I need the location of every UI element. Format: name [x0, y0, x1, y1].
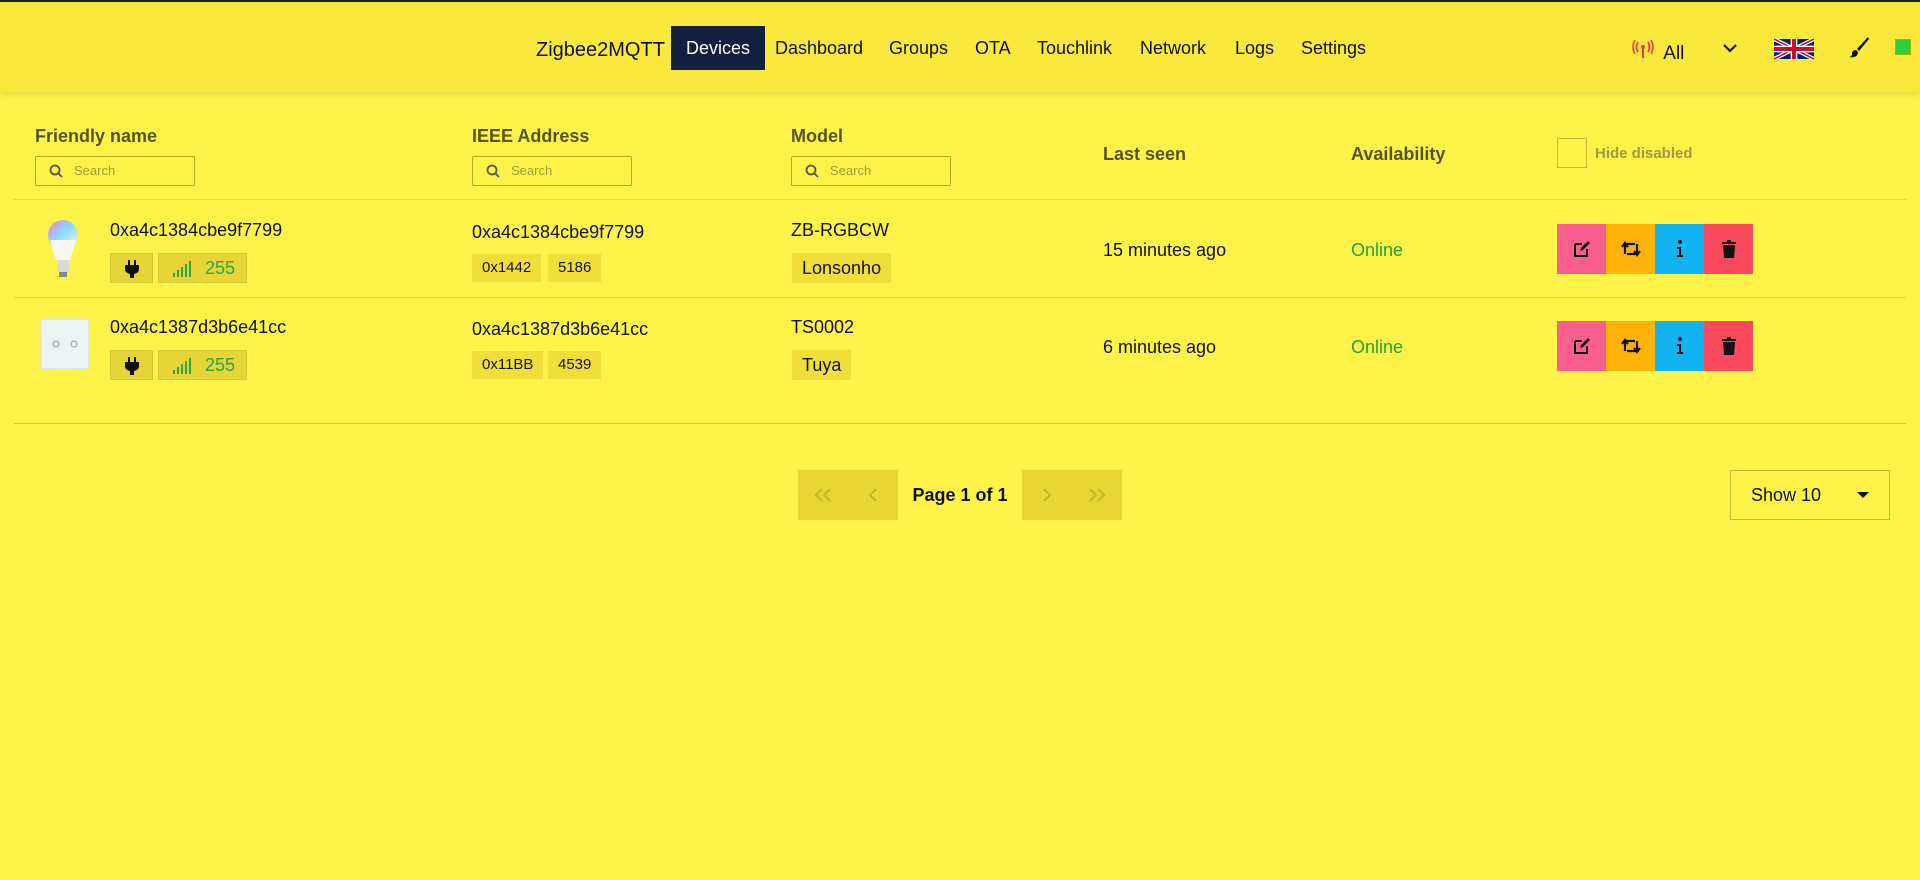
trash-icon — [1721, 240, 1736, 258]
edit-button[interactable] — [1557, 321, 1606, 371]
next-page-button[interactable] — [1022, 470, 1072, 520]
power-source-badge — [110, 350, 153, 380]
search-icon — [805, 164, 819, 178]
page-size-label: Show 10 — [1751, 485, 1822, 505]
plug-icon — [125, 260, 139, 278]
signal-icon — [173, 261, 191, 277]
last-seen: 15 minutes ago — [1103, 240, 1227, 260]
friendly-name-link[interactable]: 0xa4c1384cbe9f7799 — [110, 220, 282, 241]
chevron-left-icon — [868, 488, 877, 502]
availability-status: Online — [1351, 337, 1404, 357]
table-bottom-border — [14, 423, 1906, 424]
power-source-badge — [110, 253, 153, 283]
vendor-badge: Lonsonho — [792, 253, 892, 283]
lqi-value: 255 — [205, 355, 236, 375]
header-friendly-name[interactable]: Friendly name — [35, 126, 157, 147]
brush-icon[interactable] — [1848, 36, 1870, 58]
search-icon — [486, 164, 500, 178]
nav-dashboard[interactable]: Dashboard — [760, 26, 878, 70]
ieee-search[interactable]: Search — [472, 156, 632, 186]
friendly-name-link[interactable]: 0xa4c1387d3b6e41cc — [110, 317, 286, 338]
top-navbar: Zigbee2MQTT Devices Dashboard Groups OTA… — [0, 0, 1920, 92]
delete-button[interactable] — [1704, 321, 1753, 371]
first-page-button[interactable] — [798, 470, 848, 520]
page-size-select[interactable]: Show 10 — [1730, 470, 1890, 520]
status-indicator — [1895, 39, 1911, 55]
permit-join-label: All — [1663, 43, 1685, 64]
ieee-address: 0xa4c1387d3b6e41cc — [472, 319, 649, 339]
network-address-hex: 0x1442 — [472, 254, 542, 282]
wall-switch-image — [40, 318, 90, 370]
lqi-value: 255 — [205, 258, 236, 278]
nav-logs[interactable]: Logs — [1220, 26, 1289, 70]
search-placeholder: Search — [830, 163, 872, 178]
info-icon — [1676, 337, 1683, 354]
network-address-dec: 4539 — [548, 351, 602, 379]
header-availability[interactable]: Availability — [1351, 144, 1445, 165]
info-button[interactable] — [1655, 224, 1704, 274]
search-icon — [49, 164, 63, 178]
friendly-name-search[interactable]: Search — [35, 156, 195, 186]
availability-status: Online — [1351, 240, 1404, 260]
delete-button[interactable] — [1704, 224, 1753, 274]
nav-groups[interactable]: Groups — [874, 26, 963, 70]
header-model[interactable]: Model — [791, 126, 843, 147]
brand-title[interactable]: Zigbee2MQTT — [536, 39, 665, 62]
info-icon — [1676, 240, 1683, 257]
bulb-image — [48, 220, 78, 277]
model-search[interactable]: Search — [791, 156, 951, 186]
caret-down-icon — [1857, 492, 1869, 498]
lqi-badge: 255 — [158, 253, 247, 283]
rename-button[interactable] — [1606, 224, 1655, 274]
chevron-right-icon — [1043, 488, 1052, 502]
info-button[interactable] — [1655, 321, 1704, 371]
rename-button[interactable] — [1606, 321, 1655, 371]
retweet-icon — [1620, 338, 1641, 354]
model-link[interactable]: TS0002 — [791, 317, 854, 338]
hide-disabled-checkbox[interactable] — [1557, 138, 1587, 168]
last-seen: 6 minutes ago — [1103, 337, 1217, 357]
double-chevron-left-icon — [814, 488, 831, 502]
signal-icon — [173, 358, 191, 374]
trash-icon — [1721, 337, 1736, 355]
nav-devices[interactable]: Devices — [671, 26, 766, 70]
edit-icon — [1573, 338, 1590, 354]
chevron-down-icon[interactable] — [1722, 42, 1738, 54]
search-placeholder: Search — [74, 163, 116, 178]
nav-touchlink[interactable]: Touchlink — [1022, 26, 1127, 70]
search-placeholder: Search — [511, 163, 553, 178]
retweet-icon — [1620, 241, 1641, 257]
nav-network[interactable]: Network — [1125, 26, 1221, 70]
nav-settings[interactable]: Settings — [1286, 26, 1381, 70]
edit-button[interactable] — [1557, 224, 1606, 274]
hide-disabled-label: Hide disabled — [1595, 145, 1693, 162]
header-ieee-address[interactable]: IEEE Address — [472, 126, 589, 147]
plug-icon — [125, 357, 139, 375]
last-page-button[interactable] — [1072, 470, 1122, 520]
model-link[interactable]: ZB-RGBCW — [791, 220, 889, 241]
header-last-seen[interactable]: Last seen — [1103, 144, 1186, 165]
uk-flag-icon[interactable] — [1774, 38, 1814, 60]
page-indicator: Page 1 of 1 — [898, 470, 1022, 520]
antenna-icon — [1632, 39, 1654, 58]
ieee-address: 0xa4c1384cbe9f7799 — [472, 222, 645, 242]
prev-page-button[interactable] — [848, 470, 898, 520]
row-divider — [14, 199, 1906, 200]
pagination: Page 1 of 1 — [798, 470, 1122, 520]
network-address-hex: 0x11BB — [472, 351, 544, 379]
double-chevron-right-icon — [1089, 488, 1106, 502]
lqi-badge: 255 — [158, 350, 247, 380]
nav-ota[interactable]: OTA — [960, 26, 1026, 70]
row-divider — [14, 297, 1906, 298]
network-address-dec: 5186 — [548, 254, 602, 282]
edit-icon — [1573, 241, 1590, 257]
vendor-badge: Tuya — [792, 350, 852, 380]
permit-join-button[interactable]: All — [1632, 39, 1684, 65]
